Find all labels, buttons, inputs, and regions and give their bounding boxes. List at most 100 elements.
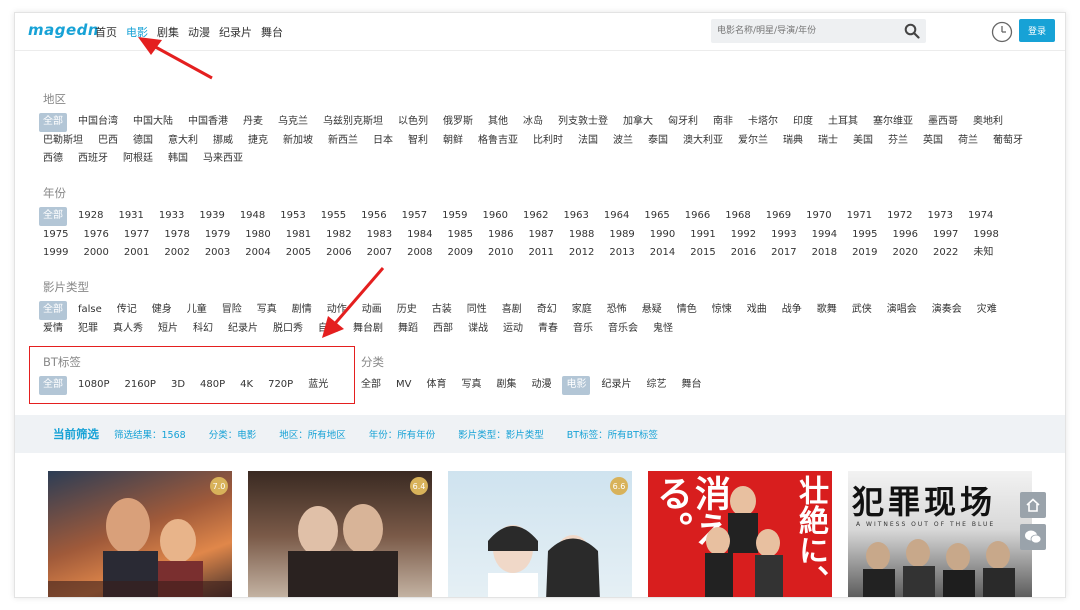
region-filter-option[interactable]: 比利时 (529, 132, 567, 151)
region-filter-option[interactable]: 丹麦 (239, 113, 267, 132)
year-filter-option[interactable]: 2003 (201, 244, 234, 263)
nav-item[interactable]: 首页 (95, 24, 117, 40)
year-filter-option[interactable]: 1982 (322, 226, 355, 245)
genre-filter-option[interactable]: 脱口秀 (269, 320, 307, 339)
genre-filter-option[interactable]: 动画 (358, 301, 386, 320)
year-filter-option[interactable]: 1985 (444, 226, 477, 245)
year-filter-option[interactable]: 1996 (889, 226, 922, 245)
region-filter-option[interactable]: 巴勒斯坦 (39, 132, 87, 151)
region-filter-option[interactable]: 新加坡 (279, 132, 317, 151)
year-filter-option[interactable]: 1957 (398, 207, 431, 226)
year-filter-option[interactable]: 2019 (848, 244, 881, 263)
region-filter-option[interactable]: 加拿大 (619, 113, 657, 132)
region-filter-option[interactable]: 西德 (39, 150, 67, 169)
genre-filter-option[interactable]: 纪录片 (224, 320, 262, 339)
year-filter-option[interactable]: 1997 (929, 226, 962, 245)
year-filter-option[interactable]: 1994 (808, 226, 841, 245)
year-filter-option[interactable]: 2001 (120, 244, 153, 263)
genre-filter-option[interactable]: 传记 (113, 301, 141, 320)
nav-item[interactable]: 舞台 (261, 24, 283, 40)
genre-filter-option[interactable]: 剧情 (288, 301, 316, 320)
region-filter-option[interactable]: 乌克兰 (274, 113, 312, 132)
region-filter-option[interactable]: 美国 (849, 132, 877, 151)
nav-item[interactable]: 纪录片 (219, 24, 252, 40)
genre-filter-option[interactable]: 舞蹈 (394, 320, 422, 339)
year-filter-option[interactable]: 1939 (195, 207, 228, 226)
year-filter-option[interactable]: 2002 (160, 244, 193, 263)
year-filter-option[interactable]: 1983 (363, 226, 396, 245)
movie-poster-5[interactable]: 犯罪现场 A WITNESS OUT OF THE BLUE (848, 471, 1032, 597)
genre-filter-option[interactable]: 自然 (314, 320, 342, 339)
genre-filter-option[interactable]: 爱情 (39, 320, 67, 339)
year-filter-option[interactable]: 1976 (79, 226, 112, 245)
year-filter-option[interactable]: 2018 (808, 244, 841, 263)
region-filter-option[interactable]: 墨西哥 (924, 113, 962, 132)
year-filter-option[interactable]: 1984 (403, 226, 436, 245)
region-filter-option[interactable]: 捷克 (244, 132, 272, 151)
region-filter-option[interactable]: 法国 (574, 132, 602, 151)
region-filter-option[interactable]: 西班牙 (74, 150, 112, 169)
year-filter-option[interactable]: 1980 (241, 226, 274, 245)
genre-filter-option[interactable]: 古装 (428, 301, 456, 320)
region-filter-option[interactable]: 朝鲜 (439, 132, 467, 151)
year-filter-option[interactable]: 1970 (802, 207, 835, 226)
genre-filter-option[interactable]: 同性 (463, 301, 491, 320)
category-filter-option[interactable]: 动漫 (527, 376, 555, 395)
region-filter-option[interactable]: 澳大利亚 (679, 132, 727, 151)
region-filter-option[interactable]: 瑞士 (814, 132, 842, 151)
year-filter-option[interactable]: 1986 (484, 226, 517, 245)
region-filter-option[interactable]: 挪威 (209, 132, 237, 151)
genre-filter-option[interactable]: 健身 (148, 301, 176, 320)
region-filter-option[interactable]: 德国 (129, 132, 157, 151)
year-filter-option[interactable]: 2000 (79, 244, 112, 263)
year-filter-option[interactable]: 2014 (646, 244, 679, 263)
year-filter-option[interactable]: 2016 (727, 244, 760, 263)
region-filter-option[interactable]: 马来西亚 (199, 150, 247, 169)
region-filter-option[interactable]: 中国台湾 (74, 113, 122, 132)
movie-poster-3[interactable]: 6.6 (448, 471, 632, 597)
region-filter-option[interactable]: 中国香港 (184, 113, 232, 132)
region-filter-option[interactable]: 瑞典 (779, 132, 807, 151)
genre-filter-option[interactable]: false (74, 301, 106, 320)
year-filter-option[interactable]: 1969 (762, 207, 795, 226)
year-filter-option[interactable]: 2004 (241, 244, 274, 263)
year-filter-option[interactable]: 1964 (600, 207, 633, 226)
genre-filter-option[interactable]: 运动 (499, 320, 527, 339)
region-filter-option[interactable]: 冰岛 (519, 113, 547, 132)
genre-filter-option[interactable]: 真人秀 (109, 320, 147, 339)
genre-filter-option[interactable]: 灾难 (973, 301, 1001, 320)
nav-item[interactable]: 剧集 (157, 24, 179, 40)
year-filter-option[interactable]: 1948 (236, 207, 269, 226)
year-filter-option[interactable]: 1955 (317, 207, 350, 226)
site-logo[interactable]: magedn (28, 21, 99, 39)
region-filter-option[interactable]: 葡萄牙 (989, 132, 1027, 151)
category-filter-option[interactable]: 全部 (357, 376, 385, 395)
year-filter-option[interactable]: 2007 (363, 244, 396, 263)
year-filter-option[interactable]: 1979 (201, 226, 234, 245)
genre-filter-option[interactable]: 武侠 (848, 301, 876, 320)
year-filter-option[interactable]: 1989 (605, 226, 638, 245)
back-home-button[interactable] (1020, 492, 1046, 518)
genre-filter-option[interactable]: 情色 (673, 301, 701, 320)
region-filter-option[interactable]: 南非 (709, 113, 737, 132)
region-filter-option[interactable]: 意大利 (164, 132, 202, 151)
region-filter-option[interactable]: 全部 (39, 113, 67, 132)
genre-filter-option[interactable]: 歌舞 (813, 301, 841, 320)
region-filter-option[interactable]: 新西兰 (324, 132, 362, 151)
year-filter-option[interactable]: 1933 (155, 207, 188, 226)
region-filter-option[interactable]: 匈牙利 (664, 113, 702, 132)
year-filter-option[interactable]: 2008 (403, 244, 436, 263)
region-filter-option[interactable]: 芬兰 (884, 132, 912, 151)
genre-filter-option[interactable]: 家庭 (568, 301, 596, 320)
genre-filter-option[interactable]: 奇幻 (533, 301, 561, 320)
year-filter-option[interactable]: 1971 (843, 207, 876, 226)
region-filter-option[interactable]: 俄罗斯 (439, 113, 477, 132)
year-filter-option[interactable]: 1968 (721, 207, 754, 226)
category-filter-option[interactable]: 电影 (562, 376, 591, 395)
search-input[interactable] (711, 19, 896, 43)
year-filter-option[interactable]: 1987 (524, 226, 557, 245)
year-filter-option[interactable]: 1977 (120, 226, 153, 245)
region-filter-option[interactable]: 奥地利 (969, 113, 1007, 132)
wechat-button[interactable] (1020, 524, 1046, 550)
year-filter-option[interactable]: 1995 (848, 226, 881, 245)
